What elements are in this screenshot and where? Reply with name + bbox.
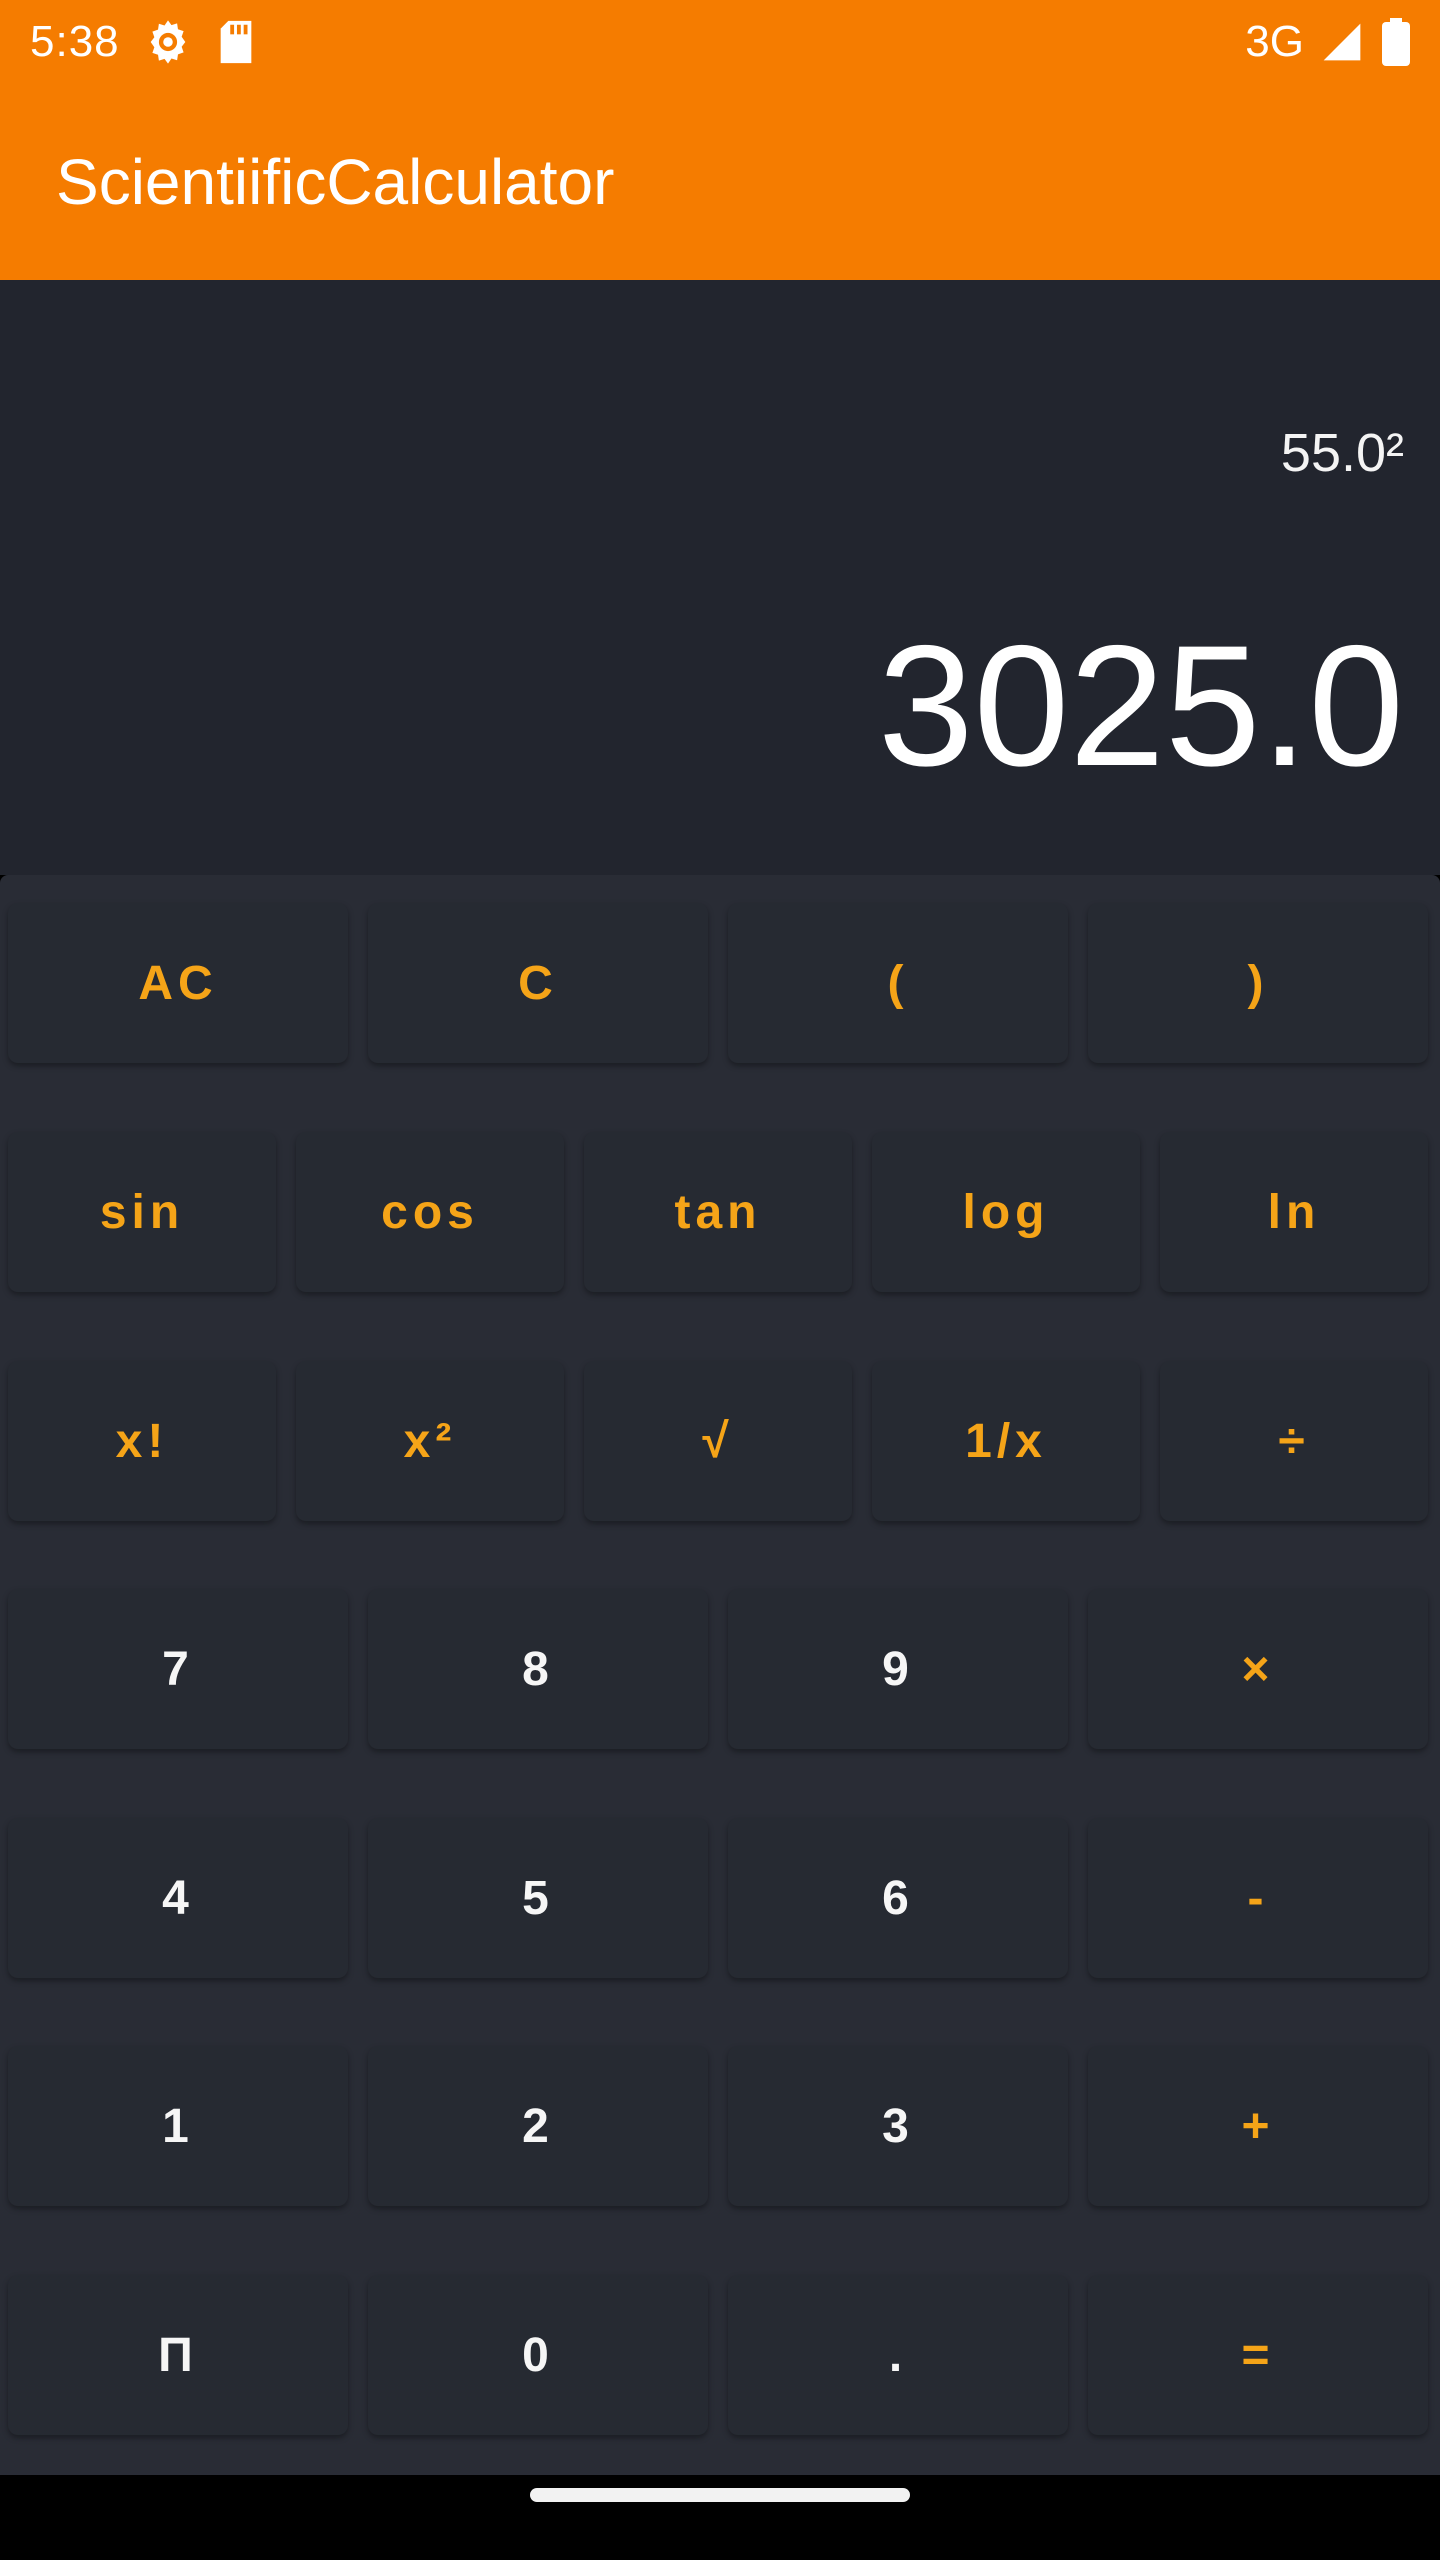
keypad: AC C ( ) sin cos tan log ln x! x² √ 1/x … [0, 875, 1440, 2475]
pi-button[interactable]: Π [8, 2275, 348, 2435]
network-type: 3G [1245, 17, 1304, 66]
battery-icon [1382, 18, 1410, 66]
calculator-display: 55.0² 3025.0 [0, 280, 1440, 875]
square-button[interactable]: x² [296, 1361, 564, 1521]
all-clear-button[interactable]: AC [8, 903, 348, 1063]
multiply-button[interactable]: × [1088, 1589, 1428, 1749]
add-button[interactable]: + [1088, 2046, 1428, 2206]
digit-8-button[interactable]: 8 [368, 1589, 708, 1749]
ln-button[interactable]: ln [1160, 1132, 1428, 1292]
digit-7-button[interactable]: 7 [8, 1589, 348, 1749]
app-title: ScientiificCalculator [56, 146, 615, 218]
factorial-button[interactable]: x! [8, 1361, 276, 1521]
sqrt-button[interactable]: √ [584, 1361, 852, 1521]
digit-5-button[interactable]: 5 [368, 1818, 708, 1978]
result-text: 3025.0 [877, 610, 1404, 802]
open-paren-button[interactable]: ( [728, 903, 1068, 1063]
status-time: 5:38 [30, 17, 120, 66]
expression-text: 55.0² [1280, 423, 1404, 483]
equals-button[interactable]: = [1088, 2275, 1428, 2435]
divide-button[interactable]: ÷ [1160, 1361, 1428, 1521]
digit-9-button[interactable]: 9 [728, 1589, 1068, 1749]
subtract-button[interactable]: - [1088, 1818, 1428, 1978]
digit-2-button[interactable]: 2 [368, 2046, 708, 2206]
reciprocal-button[interactable]: 1/x [872, 1361, 1140, 1521]
sd-card-icon [216, 19, 256, 65]
close-paren-button[interactable]: ) [1088, 903, 1428, 1063]
signal-icon [1320, 20, 1364, 64]
status-bar: 5:38 3G [0, 0, 1440, 84]
log-button[interactable]: log [872, 1132, 1140, 1292]
digit-3-button[interactable]: 3 [728, 2046, 1068, 2206]
clear-button[interactable]: C [368, 903, 708, 1063]
cos-button[interactable]: cos [296, 1132, 564, 1292]
settings-gear-icon [142, 16, 194, 68]
home-gesture-handle[interactable] [530, 2488, 910, 2502]
sin-button[interactable]: sin [8, 1132, 276, 1292]
tan-button[interactable]: tan [584, 1132, 852, 1292]
digit-6-button[interactable]: 6 [728, 1818, 1068, 1978]
decimal-point-button[interactable]: . [728, 2275, 1068, 2435]
digit-4-button[interactable]: 4 [8, 1818, 348, 1978]
digit-0-button[interactable]: 0 [368, 2275, 708, 2435]
digit-1-button[interactable]: 1 [8, 2046, 348, 2206]
app-bar: ScientiificCalculator [0, 84, 1440, 280]
